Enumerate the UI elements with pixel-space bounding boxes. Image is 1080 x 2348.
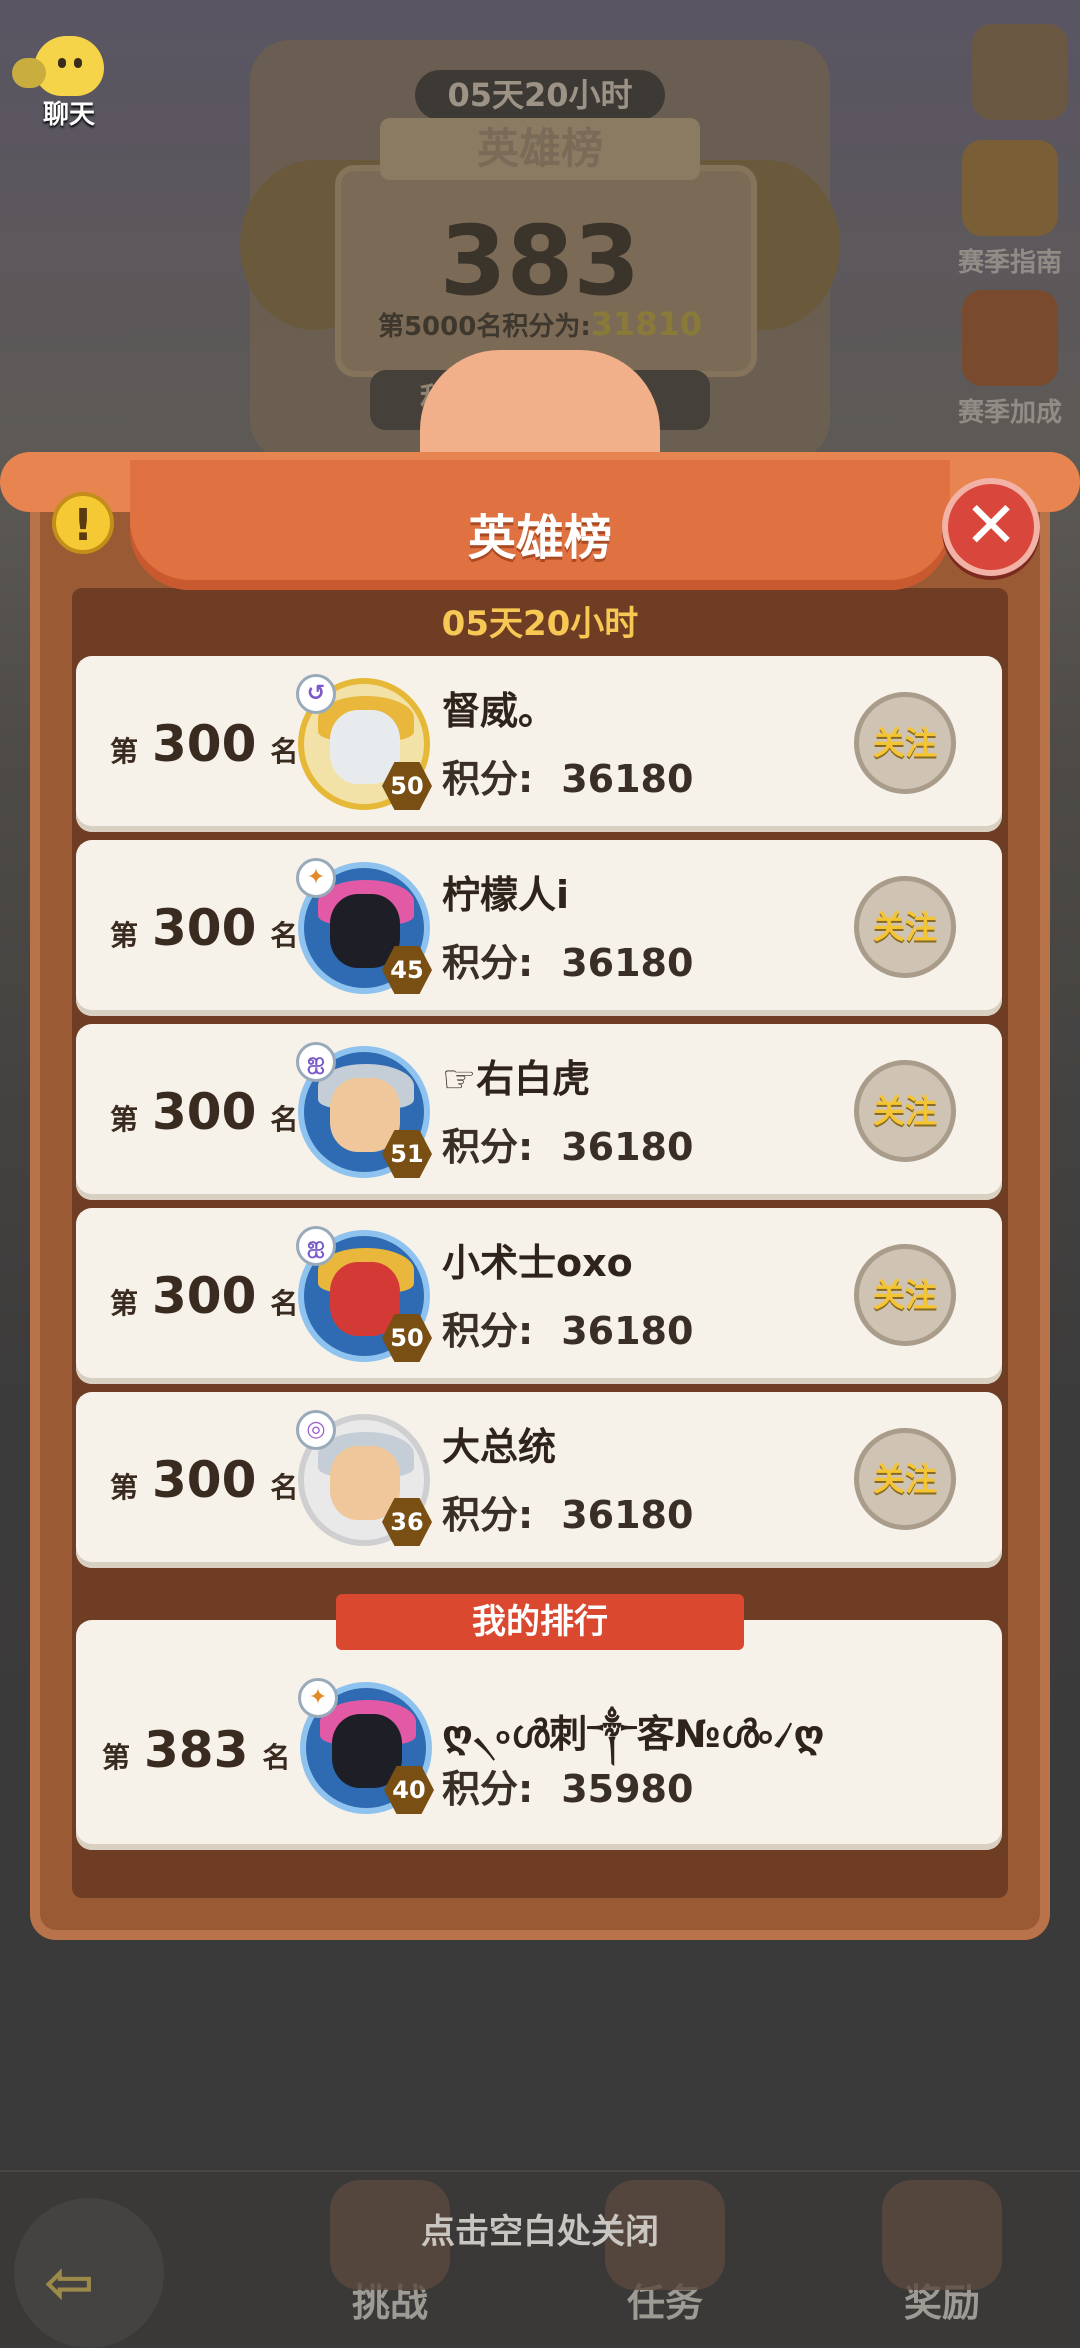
rank-text: 第 383 名 (102, 1721, 291, 1779)
follow-button[interactable]: 关注 (854, 692, 956, 794)
rank-text: 第 300 名 (110, 899, 299, 957)
season-bonus-label: 赛季加成 (957, 398, 1062, 428)
leaderboard-row: 第 300 名 ஐ 51 ☞右白虎 积分: 36180 关注 (76, 1024, 1002, 1200)
player-score: 积分: 36180 (442, 757, 694, 801)
gift-icon (882, 2180, 1002, 2290)
element-badge-icon: ◎ (296, 1410, 336, 1450)
player-score: 积分: 35980 (442, 1767, 694, 1811)
leaderboard-row: 第 300 名 ✦ 45 柠檬人i 积分: 36180 关注 (76, 840, 1002, 1016)
rank5000-info: 第5000名积分为:31810 (340, 305, 740, 343)
background-title: 英雄榜 (380, 118, 700, 180)
player-name: ☞右白虎 (442, 1057, 591, 1101)
tab-tasks[interactable]: 任务 (565, 2170, 765, 2340)
close-button[interactable]: ✕ (942, 478, 1040, 576)
my-rank-header: 我的排行 (336, 1594, 744, 1650)
follow-button[interactable]: 关注 (854, 1428, 956, 1530)
shield-icon (962, 290, 1058, 386)
player-name: 大总统 (442, 1425, 557, 1469)
rank-text: 第 300 名 (110, 715, 299, 773)
help-button[interactable]: ! (52, 492, 114, 554)
player-score: 积分: 36180 (442, 1125, 694, 1169)
tab-rewards[interactable]: 奖励 (842, 2170, 1042, 2340)
leaderboard-row: 第 300 名 ஐ 50 小术士oxo 积分: 36180 关注 (76, 1208, 1002, 1384)
chat-icon (12, 36, 104, 96)
my-rank-row: 第 383 名 ✦ 40 ღ৲৹ൾ刺༒客№ൾ৹৴ღ 积分: 35980 (76, 1620, 1002, 1850)
player-score: 积分: 36180 (442, 941, 694, 985)
panel-title: 英雄榜 (467, 510, 612, 566)
element-badge-icon: ↺ (296, 674, 336, 714)
player-name: 小术士oxo (442, 1241, 633, 1285)
rank-text: 第 300 名 (110, 1083, 299, 1141)
rank5000-value: 31810 (590, 305, 703, 343)
season-bonus-button[interactable]: 赛季加成 (950, 290, 1070, 429)
background-timer: 05天20小时 (415, 70, 665, 120)
follow-button[interactable]: 关注 (854, 876, 956, 978)
leaderboard-row: 第 300 名 ◎ 36 大总统 积分: 36180 关注 (76, 1392, 1002, 1568)
chat-label: 聊天 (42, 100, 95, 130)
season-guide-button[interactable]: 赛季指南 (950, 140, 1070, 279)
element-badge-icon: ஐ (296, 1042, 336, 1082)
rank5000-label: 第5000名积分为: (377, 312, 591, 342)
close-hint: 点击空白处关闭 (421, 2212, 659, 2252)
leaderboard-row: 第 300 名 ↺ 50 督威。 积分: 36180 关注 (76, 656, 1002, 832)
element-badge-icon: ✦ (298, 1678, 338, 1718)
player-name: 督威。 (442, 689, 557, 733)
player-name: 柠檬人i (442, 873, 570, 917)
rank-text: 第 300 名 (110, 1267, 299, 1325)
follow-button[interactable]: 关注 (854, 1244, 956, 1346)
chat-button[interactable]: 聊天 (12, 36, 124, 131)
season-timer: 05天20小时 (441, 604, 639, 644)
back-arrow-icon: ⇦ (44, 2248, 95, 2318)
exclamation-board-icon (972, 24, 1068, 120)
back-button[interactable]: ⇦ (14, 2198, 164, 2348)
book-icon (962, 140, 1058, 236)
season-guide-label: 赛季指南 (957, 248, 1062, 278)
tab-challenge[interactable]: 挑战 (290, 2170, 490, 2340)
rank-text: 第 300 名 (110, 1451, 299, 1509)
player-score: 积分: 36180 (442, 1309, 694, 1353)
background-my-score: 383 (439, 205, 641, 317)
follow-button[interactable]: 关注 (854, 1060, 956, 1162)
close-icon: ✕ (964, 489, 1018, 563)
notice-button[interactable] (960, 24, 1080, 126)
element-badge-icon: ஐ (296, 1226, 336, 1266)
player-score: 积分: 36180 (442, 1493, 694, 1537)
element-badge-icon: ✦ (296, 858, 336, 898)
